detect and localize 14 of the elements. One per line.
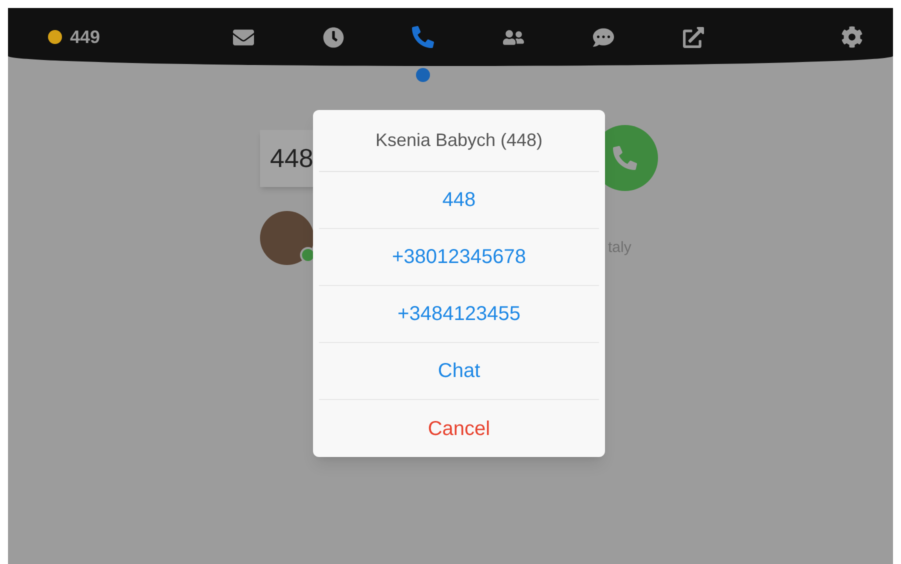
mail-icon — [232, 26, 254, 48]
phone-icon — [412, 26, 434, 48]
phone-icon — [613, 146, 637, 170]
dialog-option[interactable]: 448 — [319, 172, 599, 229]
external-link-icon — [682, 26, 704, 48]
settings-icon[interactable] — [841, 26, 863, 48]
dialog-option[interactable]: Chat — [319, 343, 599, 400]
clock-icon — [322, 26, 344, 48]
chat-bubble-icon — [592, 26, 614, 48]
dialog-title: Ksenia Babych (448) — [375, 129, 543, 152]
extension-number: 449 — [70, 26, 100, 49]
dialog-option[interactable]: +38012345678 — [319, 229, 599, 286]
dialog-option[interactable]: +3484123455 — [319, 286, 599, 343]
cancel-option[interactable]: Cancel — [319, 400, 599, 457]
